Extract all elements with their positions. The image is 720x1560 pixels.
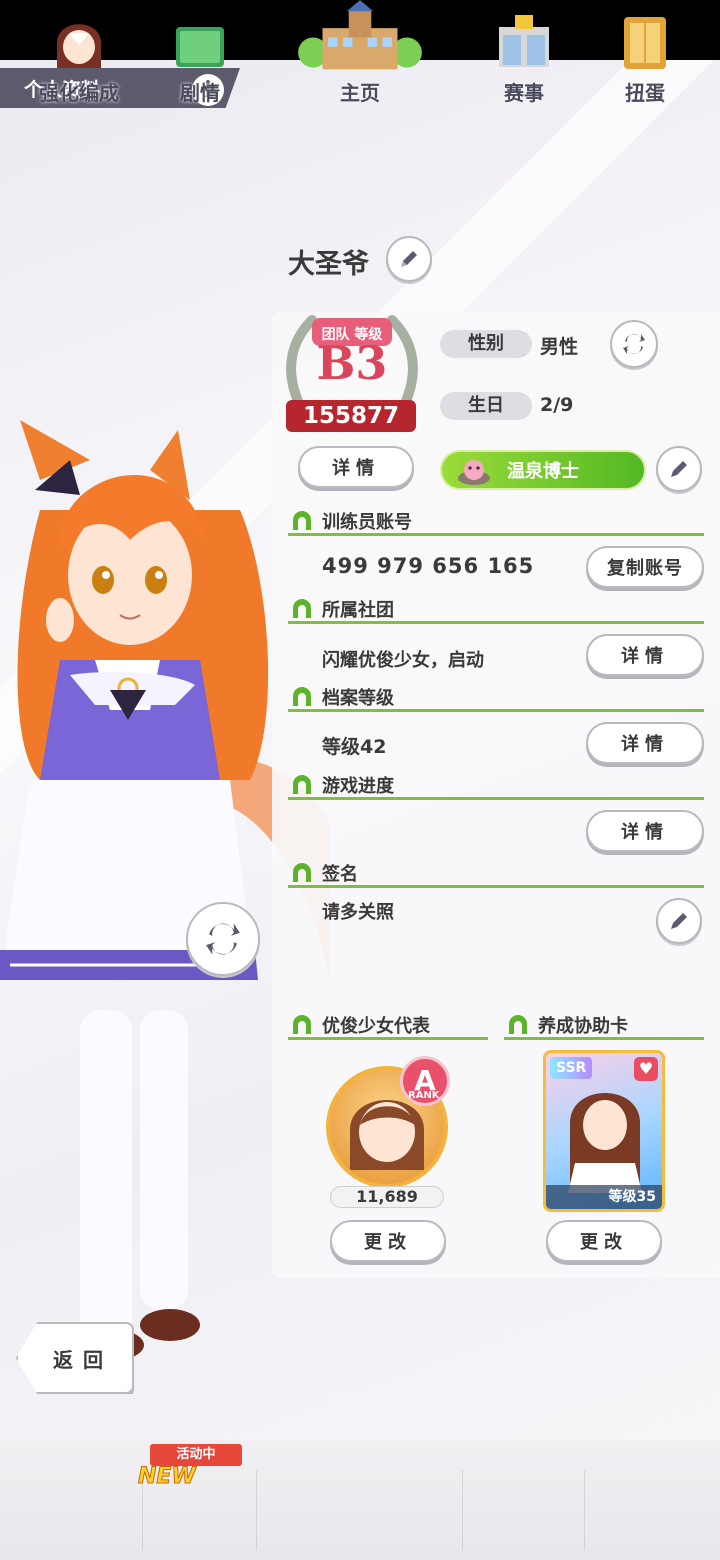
swap-icon [623, 333, 645, 355]
club-value: 闪耀优俊少女，启动 [322, 650, 484, 671]
profile-level-value: 等级42 [322, 736, 387, 758]
title-banner[interactable]: 温泉博士 [440, 450, 646, 490]
nav-divider [256, 1470, 257, 1550]
edit-title-button[interactable] [656, 446, 702, 492]
section-representative: 优俊少女代表 [288, 1012, 488, 1040]
section-heading: 所属社团 [322, 600, 394, 621]
section-heading: 游戏进度 [322, 776, 394, 797]
horseshoe-icon [293, 1015, 311, 1034]
team-detail-button[interactable]: 详情 [298, 446, 414, 488]
profile-level-detail-button[interactable]: 详情 [586, 722, 704, 764]
nav-story[interactable]: 剧情 [146, 0, 254, 120]
nav-label: 赛事 [504, 81, 544, 105]
change-gender-button[interactable] [610, 320, 658, 368]
section-heading: 优俊少女代表 [322, 1016, 430, 1037]
nav-gacha[interactable]: 扭蛋 [590, 0, 700, 120]
pencil-icon [671, 461, 687, 477]
pig-icon [458, 460, 490, 485]
section-heading: 养成协助卡 [538, 1016, 628, 1037]
school-building-icon [298, 0, 422, 70]
trainer-id-value: 499 979 656 165 [322, 554, 535, 578]
club-detail-button[interactable]: 详情 [586, 634, 704, 676]
swap-icon [206, 923, 240, 955]
team-rank-value: B3 [316, 336, 388, 390]
section-signature: 签名 [288, 860, 704, 888]
card-level: 等级35 [546, 1185, 662, 1209]
nav-label: 主页 [340, 81, 380, 105]
card-rarity: SSR [550, 1057, 593, 1079]
team-rank-score: 155877 [286, 400, 416, 432]
pencil-icon [401, 251, 417, 267]
edit-name-button[interactable] [386, 236, 432, 282]
bottom-nav [0, 1440, 720, 1560]
change-support-card-button[interactable]: 更改 [546, 1220, 662, 1262]
trainer-name: 大圣爷 [288, 249, 369, 280]
nav-divider [462, 1470, 463, 1550]
section-trainer-id: 训练员账号 [288, 508, 704, 536]
section-heading: 档案等级 [322, 688, 394, 709]
signature-value: 请多关照 [322, 902, 394, 923]
nav-divider [584, 1470, 585, 1550]
birthday-value: 2/9 [540, 394, 574, 416]
nav-label: 强化编成 [39, 81, 119, 105]
representative-fans: 11,689 [330, 1186, 444, 1208]
nav-label: 扭蛋 [625, 81, 665, 105]
nav-race[interactable]: 赛事 [468, 0, 580, 120]
horseshoe-icon [293, 687, 311, 706]
gacha-door-icon [624, 17, 666, 69]
section-profile-level: 档案等级 [288, 684, 704, 712]
horseshoe-icon [293, 511, 311, 530]
section-club: 所属社团 [288, 596, 704, 624]
horseshoe-icon [293, 775, 311, 794]
edit-signature-button[interactable] [656, 898, 702, 944]
section-heading: 签名 [322, 864, 358, 885]
progress-detail-button[interactable]: 详情 [586, 810, 704, 852]
section-progress: 游戏进度 [288, 772, 704, 800]
nav-home[interactable]: 主页 [262, 0, 458, 120]
section-heading: 训练员账号 [322, 512, 412, 533]
team-rank-badge: 团队 等级 B3 155877 [282, 300, 422, 440]
support-card-art-icon [568, 1093, 642, 1193]
race-gate-icon [499, 15, 549, 67]
birthday-label: 生日 [440, 392, 532, 420]
new-tag: NEW [138, 1464, 197, 1490]
character-face-icon [57, 24, 101, 68]
pencil-icon [671, 913, 687, 929]
section-support-card: 养成协助卡 [504, 1012, 704, 1040]
horseshoe-icon [293, 863, 311, 882]
horseshoe-icon [293, 599, 311, 618]
nav-enhance[interactable]: 强化编成 [20, 0, 138, 120]
support-card[interactable]: SSR ♥ 等级35 [543, 1050, 665, 1212]
gender-label: 性别 [440, 330, 532, 358]
heart-icon: ♥ [634, 1057, 658, 1081]
change-representative-button[interactable]: 更改 [330, 1220, 446, 1262]
book-icon [176, 27, 224, 67]
horseshoe-icon [509, 1015, 527, 1034]
representative-rank-sub: RANK [408, 1090, 440, 1101]
copy-id-button[interactable]: 复制账号 [586, 546, 704, 588]
event-tag: 活动中 [150, 1444, 242, 1466]
back-button[interactable]: 返回 [16, 1322, 134, 1394]
change-character-button[interactable] [186, 902, 260, 976]
title-banner-label: 温泉博士 [507, 461, 579, 482]
gender-value: 男性 [540, 336, 579, 358]
nav-label: 剧情 [180, 81, 220, 105]
